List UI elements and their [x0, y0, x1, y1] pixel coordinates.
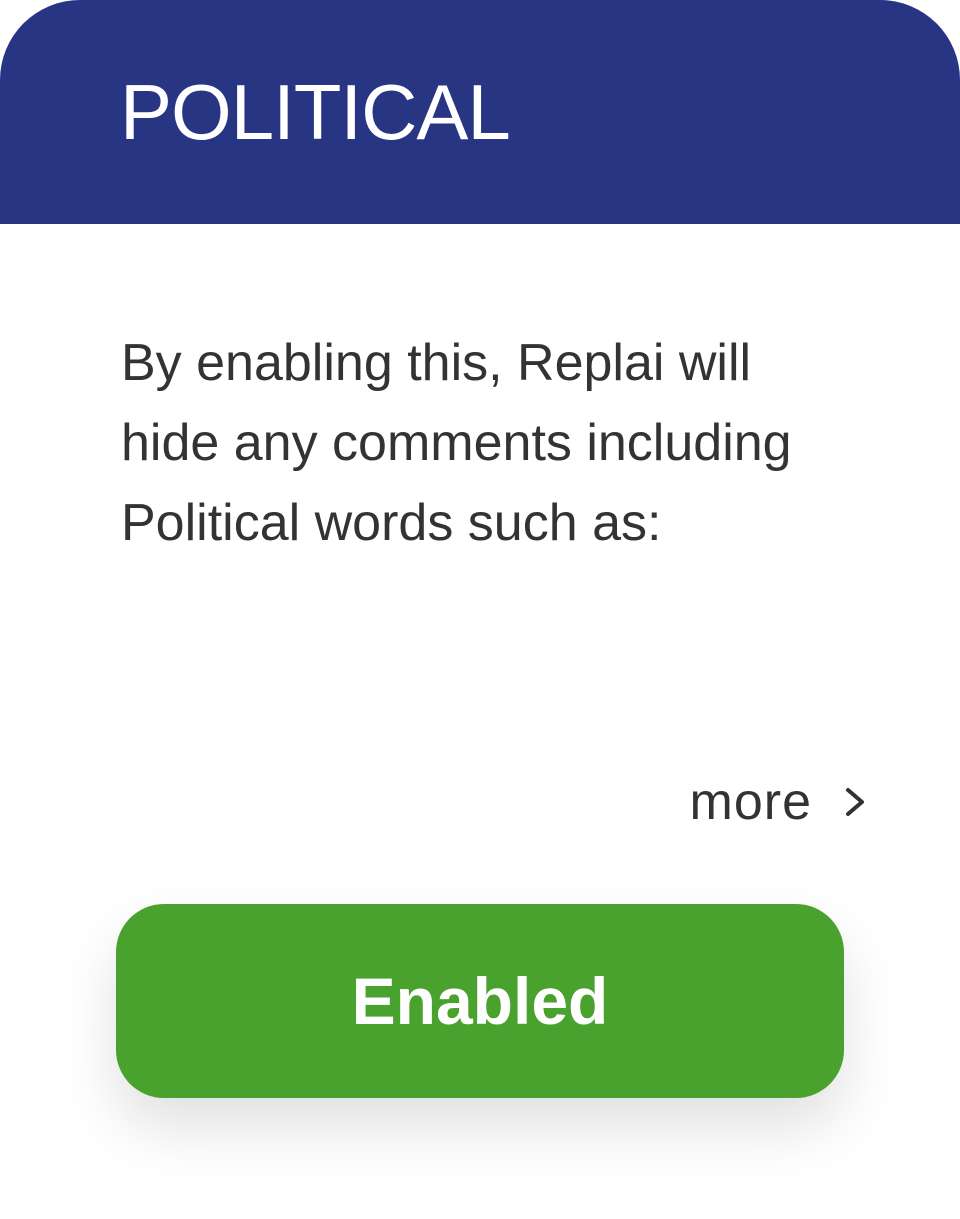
more-link[interactable]: more [690, 770, 870, 834]
card-description: By enabling this, Replai will hide any c… [121, 334, 792, 552]
card-title: POLITICAL [120, 68, 511, 156]
political-filter-card: POLITICAL By enabling this, Replai will … [0, 0, 960, 1219]
card-header: POLITICAL [0, 0, 960, 224]
chevron-right-icon [846, 788, 864, 816]
more-label: more [689, 773, 812, 831]
enabled-button[interactable]: Enabled [116, 904, 844, 1098]
